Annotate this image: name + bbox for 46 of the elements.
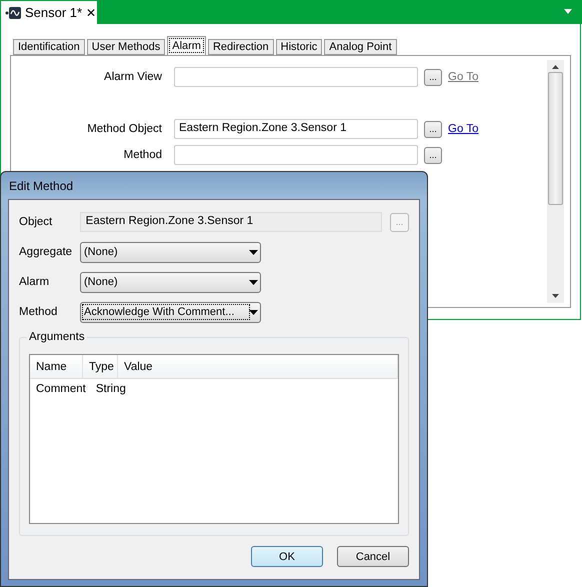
- browse-button[interactable]: ...: [424, 120, 442, 138]
- scrollbar[interactable]: [547, 60, 564, 303]
- dropdown-value: (None): [83, 245, 119, 259]
- dropdown[interactable]: Acknowledge With Comment...: [80, 302, 261, 322]
- field-label: Method Object: [86, 123, 163, 135]
- dialog-title: Edit Method: [9, 178, 74, 192]
- column-header[interactable]: Type: [83, 355, 118, 378]
- tab[interactable]: Analog Point: [324, 39, 397, 55]
- dropdown-value: Acknowledge With Comment...: [83, 305, 249, 319]
- input-field[interactable]: [174, 67, 418, 87]
- field-label: Method: [122, 149, 163, 161]
- close-icon[interactable]: ✕: [86, 6, 96, 20]
- tab[interactable]: User Methods: [86, 39, 166, 55]
- field-label: Method: [19, 306, 58, 318]
- browse-button[interactable]: ...: [424, 146, 442, 164]
- field-label: Alarm: [19, 276, 50, 288]
- table-cell-text: String: [94, 382, 127, 397]
- browse-button[interactable]: ...: [424, 68, 442, 86]
- input-field[interactable]: Eastern Region.Zone 3.Sensor 1: [174, 119, 418, 139]
- tab-title: Sensor 1*: [25, 5, 82, 20]
- go-to-link[interactable]: Go To: [448, 123, 478, 135]
- tab[interactable]: Historic: [276, 39, 322, 55]
- field-label: Alarm View: [103, 71, 163, 83]
- document-tab[interactable]: Sensor 1* ✕: [1, 1, 97, 24]
- group-title: Arguments: [27, 331, 87, 343]
- scroll-up-icon[interactable]: [552, 65, 559, 69]
- dropdown[interactable]: (None): [80, 272, 261, 292]
- field-label: Aggregate: [19, 246, 74, 258]
- tab[interactable]: Redirection: [208, 39, 274, 55]
- chevron-down-icon[interactable]: [564, 9, 572, 14]
- field-label: Object: [19, 216, 54, 228]
- dropdown-value: (None): [83, 275, 119, 289]
- scroll-down-icon[interactable]: [552, 294, 559, 298]
- column-header[interactable]: Value: [118, 355, 398, 378]
- column-header[interactable]: Name: [30, 355, 83, 378]
- ok-button[interactable]: OK: [251, 546, 323, 567]
- caret-icon: [249, 310, 258, 314]
- tab[interactable]: Alarm: [167, 36, 206, 55]
- cancel-button[interactable]: Cancel: [337, 546, 409, 567]
- tab[interactable]: Identification: [13, 39, 85, 55]
- table-cell-text: Comment: [35, 382, 87, 397]
- dropdown[interactable]: (None): [80, 242, 261, 262]
- input-field[interactable]: [174, 145, 418, 165]
- sensor-icon: [5, 6, 21, 20]
- caret-icon: [249, 250, 258, 254]
- caret-icon: [249, 280, 258, 284]
